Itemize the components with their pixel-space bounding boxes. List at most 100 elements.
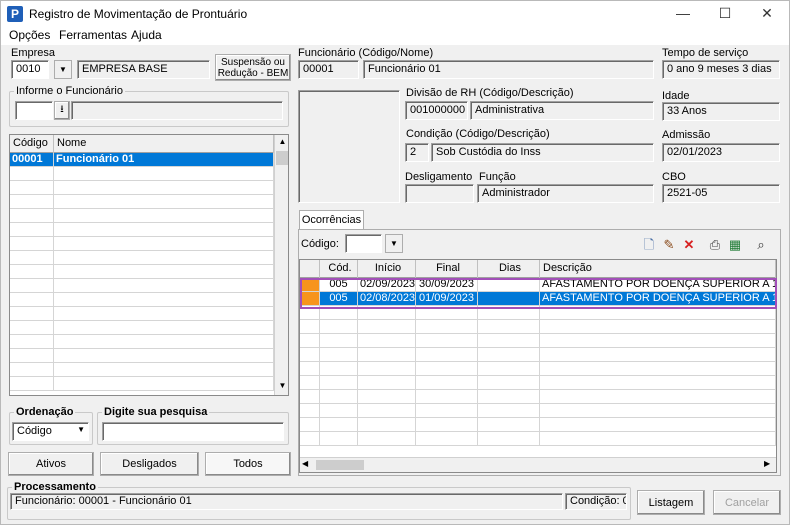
table-row-code[interactable] [10, 349, 54, 363]
ocorrencia-codigo-input[interactable] [345, 234, 382, 253]
maximize-button[interactable]: ☐ [703, 1, 747, 27]
table-row-code[interactable] [10, 363, 54, 377]
informe-funcionario-input[interactable] [15, 101, 53, 120]
table-row-code[interactable] [10, 237, 54, 251]
table-row-code[interactable] [10, 251, 54, 265]
cell-descricao[interactable] [540, 362, 776, 376]
row-marker[interactable] [300, 334, 320, 348]
cell-final[interactable] [416, 376, 478, 390]
cell-final[interactable] [416, 432, 478, 446]
table-row-name[interactable] [54, 307, 274, 321]
table-row-code[interactable] [10, 307, 54, 321]
employee-list-grid[interactable]: Código Nome 00001 Funcionário 01 ▲ ▼ [9, 134, 289, 396]
cell-final[interactable] [416, 362, 478, 376]
minimize-button[interactable]: — [661, 1, 705, 27]
cell-descricao[interactable] [540, 376, 776, 390]
ativos-button[interactable]: Ativos [8, 452, 94, 476]
cell-dias[interactable] [478, 334, 540, 348]
table-row-code[interactable] [10, 181, 54, 195]
cell-cod[interactable] [320, 418, 358, 432]
cell-descricao[interactable] [540, 418, 776, 432]
table-row-name[interactable] [54, 321, 274, 335]
cell-inicio[interactable] [358, 418, 416, 432]
employee-list-scrollbar[interactable]: ▲ ▼ [274, 135, 288, 395]
table-row-name[interactable] [54, 335, 274, 349]
row-marker[interactable] [300, 418, 320, 432]
cell-inicio[interactable] [358, 348, 416, 362]
row-marker[interactable] [300, 362, 320, 376]
table-row-name[interactable]: Funcionário 01 [54, 153, 274, 167]
table-row-code[interactable] [10, 293, 54, 307]
table-row-name[interactable] [54, 209, 274, 223]
cell-descricao[interactable] [540, 334, 776, 348]
table-row-code[interactable] [10, 377, 54, 391]
cell-inicio[interactable] [358, 376, 416, 390]
cell-descricao[interactable] [540, 404, 776, 418]
empresa-dropdown-button[interactable]: ▼ [54, 60, 72, 79]
cell-inicio[interactable] [358, 404, 416, 418]
table-row-code[interactable] [10, 279, 54, 293]
listagem-button[interactable]: Listagem [637, 490, 705, 515]
col-header-descricao[interactable]: Descrição [540, 260, 776, 278]
col-header-nome[interactable]: Nome [54, 135, 274, 153]
col-header-final[interactable]: Final [416, 260, 478, 278]
menu-ferramentas[interactable]: Ferramentas [59, 28, 127, 42]
row-marker[interactable] [300, 432, 320, 446]
table-row-name[interactable] [54, 293, 274, 307]
cell-cod[interactable] [320, 348, 358, 362]
cell-cod[interactable] [320, 376, 358, 390]
scroll-up-icon[interactable]: ▲ [275, 135, 288, 150]
delete-icon[interactable]: ✕ [681, 237, 697, 253]
table-row-name[interactable] [54, 377, 274, 391]
table-row-code[interactable] [10, 167, 54, 181]
cell-cod[interactable] [320, 390, 358, 404]
table-row-name[interactable] [54, 223, 274, 237]
cell-dias[interactable] [478, 390, 540, 404]
cell-dias[interactable] [478, 348, 540, 362]
cell-final[interactable] [416, 390, 478, 404]
close-button[interactable]: ✕ [745, 1, 789, 27]
tab-ocorrencias[interactable]: Ocorrências [299, 210, 364, 230]
desligados-button[interactable]: Desligados [100, 452, 199, 476]
row-marker[interactable] [300, 376, 320, 390]
export-excel-icon[interactable]: ▦ [727, 237, 743, 253]
row-marker[interactable] [300, 348, 320, 362]
download-icon[interactable]: ⭳ [54, 101, 70, 120]
table-row-code[interactable]: 00001 [10, 153, 54, 167]
cell-inicio[interactable] [358, 362, 416, 376]
row-marker[interactable] [300, 404, 320, 418]
cell-dias[interactable] [478, 376, 540, 390]
new-document-icon[interactable]: 🗋 [641, 237, 657, 253]
cell-inicio[interactable] [358, 390, 416, 404]
cell-final[interactable] [416, 418, 478, 432]
cell-dias[interactable] [478, 320, 540, 334]
cell-dias[interactable] [478, 404, 540, 418]
row-marker[interactable] [300, 320, 320, 334]
col-header-inicio[interactable]: Início [358, 260, 416, 278]
preview-icon[interactable]: ⌕ [753, 237, 769, 253]
suspensao-button[interactable]: Suspensão ou Redução - BEM [215, 54, 291, 81]
cell-dias[interactable] [478, 418, 540, 432]
ocorrencias-hscrollbar[interactable]: ◀ ▶ [300, 457, 776, 472]
cell-cod[interactable] [320, 404, 358, 418]
scroll-right-icon[interactable]: ▶ [764, 459, 770, 468]
table-row-code[interactable] [10, 265, 54, 279]
cell-final[interactable] [416, 334, 478, 348]
pesquisa-input[interactable] [102, 422, 284, 441]
table-row-name[interactable] [54, 167, 274, 181]
cell-inicio[interactable] [358, 334, 416, 348]
table-row-code[interactable] [10, 335, 54, 349]
col-header-codigo[interactable]: Código [10, 135, 54, 153]
scroll-down-icon[interactable]: ▼ [275, 379, 288, 394]
menu-opcoes[interactable]: Opções [9, 28, 50, 42]
table-row-code[interactable] [10, 195, 54, 209]
cell-cod[interactable] [320, 432, 358, 446]
cell-final[interactable] [416, 404, 478, 418]
table-row-name[interactable] [54, 363, 274, 377]
cell-inicio[interactable] [358, 320, 416, 334]
row-marker[interactable] [300, 390, 320, 404]
table-row-code[interactable] [10, 321, 54, 335]
col-header-cod[interactable]: Cód. [320, 260, 358, 278]
ocorrencia-codigo-dropdown[interactable]: ▼ [385, 234, 403, 253]
menu-ajuda[interactable]: Ajuda [131, 28, 162, 42]
